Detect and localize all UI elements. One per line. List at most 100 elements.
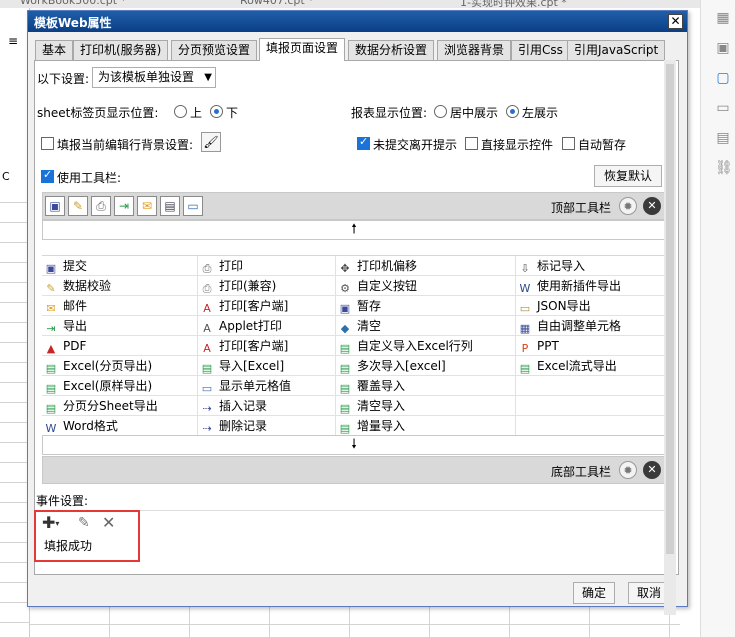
restore-default-button[interactable]: 恢复默认	[594, 165, 662, 187]
gear-icon[interactable]: ✹	[619, 197, 637, 215]
tab-javascript[interactable]: 引用JavaScript	[567, 40, 666, 60]
mail-icon[interactable]: ✉	[137, 196, 157, 216]
toolbar-button-cell[interactable]: ▦ 自由调整单元格	[516, 316, 666, 336]
toolbar-button-cell[interactable]: ⇥ 导出	[42, 316, 198, 336]
settings-select[interactable]: 为该模板单独设置 ▼	[92, 67, 216, 88]
arrow-down-icon: 🠗	[351, 437, 357, 452]
toolbar-button-cell[interactable]: ⎙ 打印(兼容)	[198, 276, 336, 296]
toolbar-button-cell[interactable]: ⇢ 删除记录	[198, 416, 336, 436]
toolbar-button-icon: ⇢	[202, 402, 212, 415]
tab-basic[interactable]: 基本	[35, 40, 74, 60]
toolbar-button-cell[interactable]: ⇩ 标记导入	[516, 256, 666, 276]
direct-control-checkbox[interactable]	[465, 137, 478, 150]
toolbar-button-cell[interactable]: ▤ Excel流式导出	[516, 356, 666, 376]
toolbar-button-label: 使用新插件导出	[537, 279, 622, 293]
toolbar-button-cell[interactable]: A 打印[客户端]	[198, 296, 336, 316]
data-icon[interactable]: ▤	[715, 130, 731, 146]
toolbar-button-label: 覆盖导入	[357, 379, 406, 393]
toolbar-button-cell[interactable]: ⚙ 自定义按钮	[336, 276, 516, 296]
toolbar-button-cell[interactable]: W 使用新插件导出	[516, 276, 666, 296]
toolbar-button-icon: W	[519, 282, 531, 295]
toolbar-button-icon: A	[203, 302, 211, 315]
radio-center[interactable]	[434, 105, 447, 118]
bg-setting-checkbox[interactable]	[41, 137, 54, 150]
toolbar-button-cell[interactable]: ▤ 分页分Sheet导出	[42, 396, 198, 416]
editor-tab[interactable]: WorkBook500.cpt *	[20, 0, 126, 8]
toolbar-button-cell[interactable]: P PPT	[516, 336, 666, 356]
toolbar-button-icon: ✉	[46, 302, 56, 315]
toolbar-button-cell[interactable]: ▤ Excel(原样导出)	[42, 376, 198, 396]
tab-css[interactable]: 引用Css	[511, 40, 570, 60]
autosave-label: 自动暂存	[578, 138, 627, 152]
unsubmitted-leave-checkbox[interactable]	[357, 135, 370, 150]
delete-icon[interactable]: ✕	[643, 461, 661, 479]
toolbar-button-cell[interactable]: ▣ 暂存	[336, 296, 516, 316]
tab-browser-background[interactable]: 浏览器背景	[437, 40, 512, 60]
autosave-checkbox[interactable]	[562, 137, 575, 150]
toolbar-button-cell[interactable]: ⇢ 插入记录	[198, 396, 336, 416]
toolbar-button-cell[interactable]: ▤ 多次导入[excel]	[336, 356, 516, 376]
toolbar-button-icon: ▤	[339, 342, 351, 355]
printer-icon[interactable]: ⎙	[91, 196, 111, 216]
toolbar-button-cell[interactable]: ▭ JSON导出	[516, 296, 666, 316]
editor-tab[interactable]: Row407.cpt *	[240, 0, 314, 8]
paint-bucket-icon[interactable]: 🖌	[201, 132, 221, 152]
toolbar-button-cell[interactable]: A 打印[客户端]	[198, 336, 336, 356]
radio-left[interactable]	[506, 105, 519, 118]
toolbar-button-icon: ⇩	[520, 262, 530, 275]
export-icon[interactable]: ⇥	[114, 196, 134, 216]
move-down-arrow-row[interactable]: 🠗	[42, 435, 666, 455]
arrow-up-icon: 🠕	[351, 222, 357, 237]
radio-top[interactable]	[174, 105, 187, 118]
scrollbar-thumb[interactable]	[666, 64, 674, 554]
close-icon[interactable]: ✕	[668, 14, 683, 29]
grid-icon[interactable]: ▤	[160, 196, 180, 216]
align-icon[interactable]: ≡	[8, 34, 22, 48]
window-icon[interactable]: ▭	[183, 196, 203, 216]
widget-icon[interactable]: ▢	[715, 70, 731, 86]
ok-button[interactable]: 确定	[573, 582, 615, 604]
dialog-titlebar[interactable]: 模板Web属性 ✕	[28, 11, 687, 32]
toolbar-button-icon: ▣	[339, 302, 351, 315]
tab-data-analysis[interactable]: 数据分析设置	[348, 40, 435, 60]
toolbar-button-cell[interactable]: ▤ 自定义导入Excel行列	[336, 336, 516, 356]
tab-pagination-preview[interactable]: 分页预览设置	[171, 40, 258, 60]
toolbar-button-cell[interactable]: A Applet打印	[198, 316, 336, 336]
move-up-arrow-row[interactable]: 🠕	[42, 220, 666, 240]
toolbar-button-cell	[516, 376, 666, 396]
toolbar-button-cell[interactable]: ⎙ 打印	[198, 256, 336, 276]
tab-printer[interactable]: 打印机(服务器)	[73, 40, 169, 60]
form-icon[interactable]: ▭	[715, 100, 731, 116]
top-toolbar-label: 顶部工具栏	[551, 201, 612, 215]
unsubmitted-leave-label: 未提交离开提示	[373, 138, 458, 152]
toolbar-button-cell[interactable]: ▣ 提交	[42, 256, 198, 276]
toolbar-button-cell[interactable]: ✎ 数据校验	[42, 276, 198, 296]
toolbar-button-cell[interactable]: ▤ 导入[Excel]	[198, 356, 336, 376]
toolbar-button-cell[interactable]: ✥ 打印机偏移	[336, 256, 516, 276]
toolbar-button-label: 插入记录	[219, 399, 268, 413]
toolbar-button-cell[interactable]: ✉ 邮件	[42, 296, 198, 316]
toolbar-button-cell[interactable]: ▤ 清空导入	[336, 396, 516, 416]
save-icon[interactable]: ▣	[45, 196, 65, 216]
gear-icon[interactable]: ✹	[619, 461, 637, 479]
use-toolbar-checkbox[interactable]	[41, 168, 54, 183]
layout-icon[interactable]: ▦	[715, 10, 731, 26]
toolbar-button-cell[interactable]: ▲ PDF	[42, 336, 198, 356]
toolbar-button-cell[interactable]: ▤ Excel(分页导出)	[42, 356, 198, 376]
toolbar-button-label: 自由调整单元格	[537, 319, 622, 333]
toolbar-button-cell[interactable]: ▤ 增量导入	[336, 416, 516, 436]
radio-bottom[interactable]	[210, 105, 223, 118]
editor-tab[interactable]: 1-实现时钟效果.cpt *	[460, 0, 567, 8]
link-icon[interactable]: ⛓	[715, 160, 733, 176]
delete-icon[interactable]: ✕	[643, 197, 661, 215]
toolbar-button-cell[interactable]: ▤ 覆盖导入	[336, 376, 516, 396]
tab-fill-page-settings[interactable]: 填报页面设置	[259, 38, 346, 61]
spreadsheet-grid-bottom[interactable]	[30, 605, 680, 637]
cell-icon[interactable]: ▣	[715, 40, 731, 56]
toolbar-button-cell[interactable]: ◆ 清空	[336, 316, 516, 336]
toolbar-button-cell[interactable]: W Word格式	[42, 416, 198, 436]
toolbar-button-cell[interactable]: ▭ 显示单元格值	[198, 376, 336, 396]
dialog-scrollbar[interactable]	[664, 60, 676, 615]
spreadsheet-grid[interactable]	[0, 183, 30, 633]
pencil-icon[interactable]: ✎	[68, 196, 88, 216]
